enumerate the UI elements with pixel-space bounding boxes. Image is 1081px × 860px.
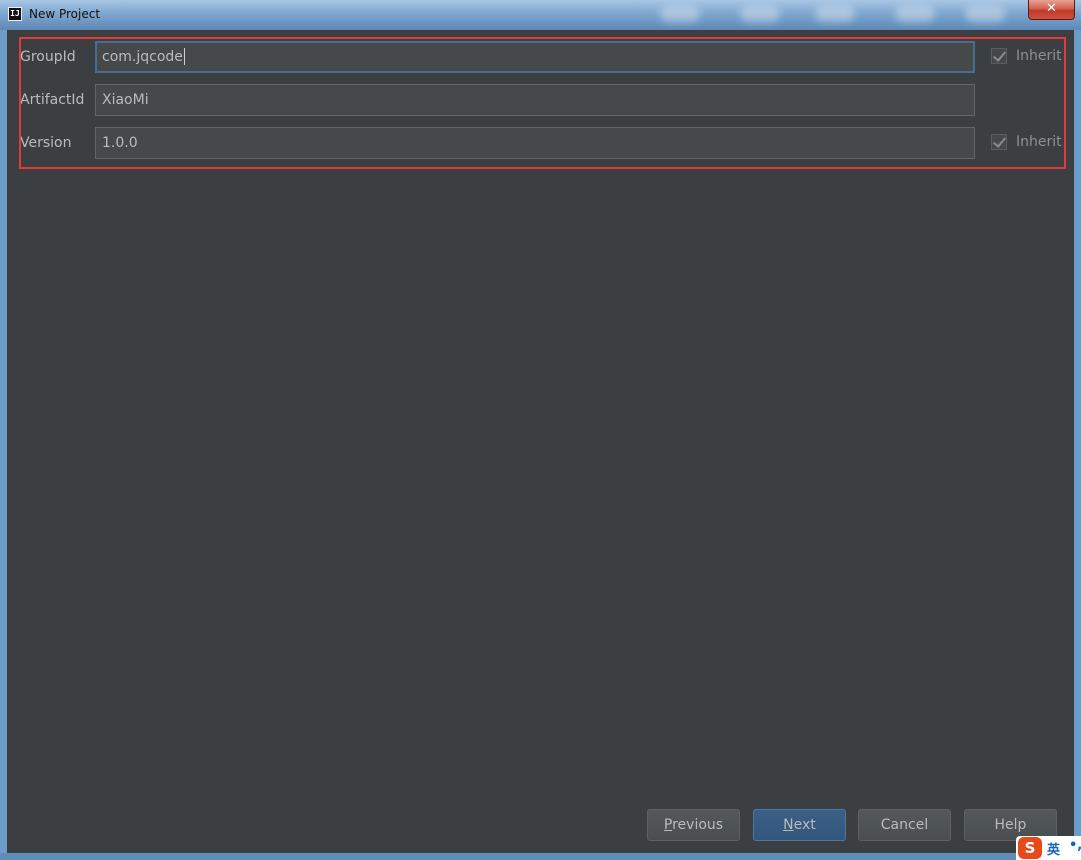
close-icon: ✕ [1046, 1, 1057, 16]
red-highlight-box [19, 37, 1066, 169]
new-project-window: IJ New Project ✕ GroupId com.jqcode Inhe… [0, 0, 1081, 860]
next-button[interactable]: Next [753, 809, 846, 841]
previous-mnemonic: P [663, 817, 673, 833]
ime-punctuation: •, [1069, 838, 1081, 853]
close-button[interactable]: ✕ [1028, 0, 1075, 20]
sogou-logo-icon: S [1018, 837, 1042, 859]
next-mnemonic: N [783, 817, 794, 833]
title-bar[interactable]: IJ New Project ✕ [0, 0, 1081, 30]
ime-language: 英 [1047, 843, 1061, 858]
next-label: ext [793, 817, 816, 833]
previous-button[interactable]: Previous [647, 809, 740, 841]
intellij-app-icon: IJ [8, 7, 22, 21]
dialog-content: GroupId com.jqcode Inherit ArtifactId Xi… [7, 30, 1074, 853]
cancel-button[interactable]: Cancel [858, 809, 951, 841]
window-title: New Project [29, 7, 101, 21]
ime-indicator[interactable]: S 英 •, [1016, 836, 1081, 860]
previous-label: revious [672, 817, 724, 833]
window-frame-bottom [0, 853, 1081, 860]
